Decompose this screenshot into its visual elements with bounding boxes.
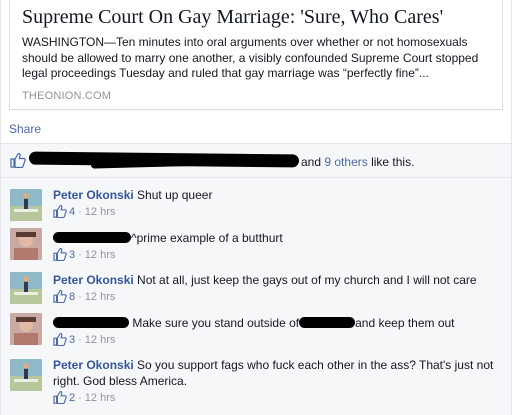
comment-meta: 3 · 12 hrs	[53, 332, 116, 349]
comment-author[interactable]: Peter Okonski	[53, 188, 134, 202]
likes-summary: and 9 others like this.	[1, 144, 511, 178]
comment-meta: 2 · 12 hrs	[53, 390, 116, 407]
comment-text-before: Make sure you stand outside of	[132, 316, 300, 330]
likes-and: and	[301, 155, 322, 169]
comment-text: Shut up queer	[137, 188, 213, 202]
redacted-author	[53, 232, 131, 243]
link-description: WASHINGTON—Ten minutes into oral argumen…	[22, 35, 479, 80]
avatar[interactable]	[10, 313, 42, 345]
avatar[interactable]	[10, 228, 42, 260]
like-count[interactable]: 3	[69, 334, 75, 346]
like-count[interactable]: 3	[69, 249, 75, 261]
comment-text: ^prime example of a butthurt	[131, 231, 283, 245]
comment-time[interactable]: 12 hrs	[85, 291, 116, 303]
redacted-author	[53, 317, 129, 328]
like-count[interactable]: 2	[69, 392, 75, 404]
comment-author[interactable]: Peter Okonski	[53, 358, 134, 372]
avatar[interactable]	[10, 272, 42, 304]
comment-meta: 4 · 12 hrs	[53, 204, 116, 221]
comment-time[interactable]: 12 hrs	[85, 206, 116, 218]
comment-time[interactable]: 12 hrs	[85, 392, 116, 404]
comment-meta: 8 · 12 hrs	[53, 289, 116, 306]
share-button[interactable]: Share	[9, 122, 41, 136]
avatar[interactable]	[10, 189, 42, 221]
redacted-text	[299, 317, 356, 328]
thumbs-up-icon	[10, 153, 26, 173]
comments-list: Peter Okonski Shut up queer 4 · 12 hrs ^pr…	[1, 178, 511, 415]
thumbs-up-icon[interactable]	[53, 390, 67, 407]
comment-time[interactable]: 12 hrs	[85, 334, 116, 346]
link-source: THEONION.COM	[22, 90, 112, 102]
thumbs-up-icon[interactable]	[53, 289, 67, 306]
comment-meta: 3 · 12 hrs	[53, 247, 116, 264]
link-title[interactable]: Supreme Court On Gay Marriage: 'Sure, Wh…	[22, 6, 492, 29]
avatar[interactable]	[10, 359, 42, 391]
like-count[interactable]: 8	[69, 291, 75, 303]
likes-others-link[interactable]: 9 others	[324, 155, 367, 169]
like-count[interactable]: 4	[69, 206, 75, 218]
shared-link-card[interactable]: Supreme Court On Gay Marriage: 'Sure, Wh…	[9, 0, 503, 110]
comment-author[interactable]: Peter Okonski	[53, 273, 134, 287]
comment-text: Not at all, just keep the gays out of my…	[137, 273, 477, 287]
comment-time[interactable]: 12 hrs	[85, 249, 116, 261]
thumbs-up-icon[interactable]	[53, 332, 67, 349]
likes-suffix: like this.	[371, 155, 415, 169]
comment-text-after: and keep them out	[355, 316, 455, 330]
thumbs-up-icon[interactable]	[53, 247, 67, 264]
post-container: Supreme Court On Gay Marriage: 'Sure, Wh…	[0, 0, 512, 415]
thumbs-up-icon[interactable]	[53, 204, 67, 221]
